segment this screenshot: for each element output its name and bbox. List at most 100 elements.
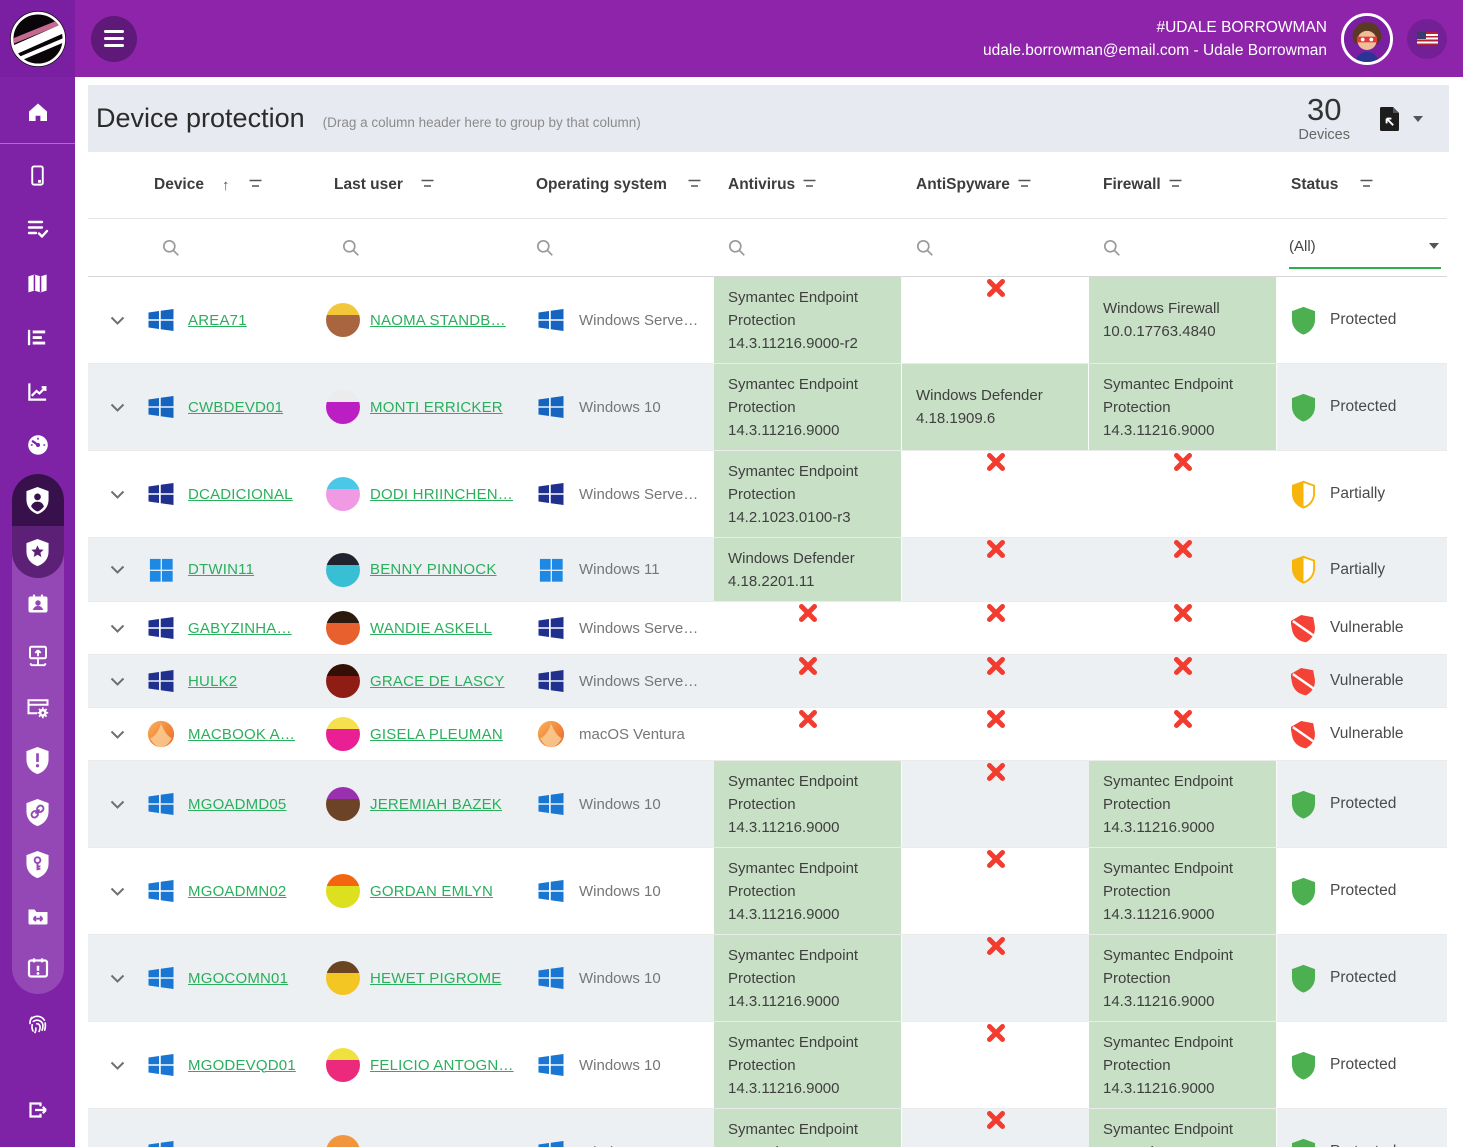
sidebar-item-map[interactable] <box>11 256 65 310</box>
device-link[interactable]: DCADICIONAL <box>188 486 293 503</box>
col-header-device[interactable]: Device ↑ <box>146 176 326 194</box>
last-user-search-input[interactable] <box>326 239 534 257</box>
search-icon <box>728 239 746 257</box>
language-selector[interactable] <box>1407 19 1447 59</box>
sidebar-item-device-protection[interactable] <box>12 474 64 526</box>
sidebar-item-scheduled-tasks[interactable] <box>12 942 64 994</box>
row-expand-chevron[interactable] <box>106 558 129 581</box>
col-header-firewall[interactable]: Firewall <box>1089 170 1277 200</box>
menu-hamburger-button[interactable] <box>91 16 137 62</box>
firewall-search-input[interactable] <box>1089 233 1277 263</box>
column-filter-icon[interactable] <box>688 179 701 188</box>
row-expand-chevron[interactable] <box>106 396 129 419</box>
status-filter-select[interactable]: (All) <box>1289 238 1441 269</box>
antivirus-search-input[interactable] <box>714 233 902 263</box>
sidebar-item-reports[interactable] <box>11 310 65 364</box>
brand-logo[interactable] <box>0 0 75 77</box>
red-x-icon <box>985 538 1007 565</box>
user-link[interactable]: GRACE DE LASCY <box>370 673 505 690</box>
row-expand-chevron[interactable] <box>106 723 129 746</box>
row-expand-chevron[interactable] <box>106 483 129 506</box>
device-link[interactable]: GABYZINHA… <box>188 620 292 637</box>
device-link[interactable]: MGOCOMN01 <box>188 970 288 987</box>
sidebar-item-access-control[interactable] <box>12 838 64 890</box>
firewall-cell: Symantec Endpoint Protection 14.3.11216.… <box>1089 761 1277 847</box>
device-link[interactable]: DTWIN11 <box>188 561 254 578</box>
col-header-antispyware[interactable]: AntiSpyware <box>902 170 1089 200</box>
status-cell: Vulnerable <box>1277 708 1447 760</box>
sidebar-item-statistics[interactable] <box>11 364 65 418</box>
device-link[interactable]: MACBOOK A… <box>188 726 295 743</box>
sidebar-item-tasks[interactable] <box>11 202 65 256</box>
row-expand-chevron[interactable] <box>106 880 129 903</box>
export-button[interactable] <box>1378 106 1401 132</box>
red-x-icon <box>985 602 1007 629</box>
col-header-antivirus[interactable]: Antivirus <box>714 170 902 200</box>
antivirus-cell: Symantec Endpoint Protection 14.3.11216.… <box>714 761 902 847</box>
sidebar-item-logout[interactable] <box>11 1083 65 1137</box>
row-expand-chevron[interactable] <box>106 967 129 990</box>
row-expand-chevron[interactable] <box>106 1054 129 1077</box>
device-link[interactable]: MGOADMD05 <box>188 796 286 813</box>
user-link[interactable]: HEWET PIGROME <box>370 970 502 987</box>
device-link[interactable]: HULK2 <box>188 673 237 690</box>
device-link[interactable]: MGODEVQD01 <box>188 1057 296 1074</box>
user-link[interactable]: NAOMA STANDB… <box>370 312 506 329</box>
sidebar-item-identity-card[interactable] <box>12 578 64 630</box>
column-filter-icon[interactable] <box>249 179 262 188</box>
status-filter-caret[interactable] <box>1429 243 1439 249</box>
status-cell: Vulnerable <box>1277 655 1447 707</box>
device-link[interactable]: AREA71 <box>188 312 247 329</box>
col-header-last-user[interactable]: Last user <box>326 176 534 194</box>
row-expand-chevron[interactable] <box>106 1141 129 1147</box>
user-link[interactable]: WANDIE ASKELL <box>370 620 492 637</box>
sidebar-item-home[interactable] <box>11 85 65 139</box>
device-link[interactable]: MGOSUPP01 <box>188 1144 283 1147</box>
protection-product: Symantec Endpoint Protection 14.3.11216.… <box>728 857 891 926</box>
sidebar-item-deployment[interactable] <box>12 630 64 682</box>
device-os-logo-icon <box>146 1137 176 1147</box>
user-link[interactable]: JEREMIAH BAZEK <box>370 796 502 813</box>
row-expand-chevron[interactable] <box>106 793 129 816</box>
device-os-logo-icon <box>146 305 176 335</box>
column-filter-icon[interactable] <box>1169 179 1182 188</box>
user-link[interactable]: GORDAN EMLYN <box>370 883 493 900</box>
user-avatar <box>326 874 360 908</box>
status-label: Protected <box>1330 398 1396 416</box>
device-link[interactable]: CWBDEVD01 <box>188 399 283 416</box>
sidebar-item-advanced-protection[interactable] <box>12 526 64 578</box>
export-dropdown-caret[interactable] <box>1413 116 1423 122</box>
os-search-input[interactable] <box>534 239 714 257</box>
device-search-input[interactable] <box>146 239 326 257</box>
sidebar-item-security-alerts[interactable] <box>12 734 64 786</box>
sidebar-item-web-protection[interactable] <box>12 786 64 838</box>
user-link[interactable]: FELICIO ANTOGN… <box>370 1057 514 1074</box>
device-link[interactable]: MGOADMN02 <box>188 883 286 900</box>
col-header-operating-system[interactable]: Operating system <box>534 176 714 194</box>
sidebar-item-devices[interactable] <box>11 148 65 202</box>
shield-alert-icon <box>25 746 50 775</box>
shield-partially-icon <box>1291 555 1316 584</box>
profile-avatar[interactable] <box>1341 13 1393 65</box>
table-row: MGOCOMN01 HEWET PIGROME Windows 10 Syman… <box>88 935 1447 1022</box>
user-link[interactable]: BENNY PINNOCK <box>370 561 497 578</box>
sidebar-item-file-transfer[interactable] <box>12 890 64 942</box>
antispyware-search-input[interactable] <box>902 233 1089 263</box>
col-header-status[interactable]: Status <box>1277 176 1447 194</box>
row-expand-chevron[interactable] <box>106 617 129 640</box>
column-filter-icon[interactable] <box>1018 179 1031 188</box>
sidebar-item-fingerprint[interactable] <box>11 996 65 1050</box>
row-expand-chevron[interactable] <box>106 309 129 332</box>
user-link[interactable]: KARALEE MACROW <box>370 1144 516 1147</box>
user-link[interactable]: MONTI ERRICKER <box>370 399 503 416</box>
row-expand-chevron[interactable] <box>106 670 129 693</box>
chevron-down-icon <box>110 565 125 574</box>
user-link[interactable]: DODI HRIINCHEN… <box>370 486 513 503</box>
sidebar-item-settings[interactable] <box>12 682 64 734</box>
column-filter-icon[interactable] <box>1360 179 1373 188</box>
column-filter-icon[interactable] <box>421 179 434 188</box>
sidebar-item-dashboard[interactable] <box>11 418 65 472</box>
column-filter-icon[interactable] <box>803 179 816 188</box>
map-icon <box>26 272 49 295</box>
user-link[interactable]: GISELA PLEUMAN <box>370 726 503 743</box>
